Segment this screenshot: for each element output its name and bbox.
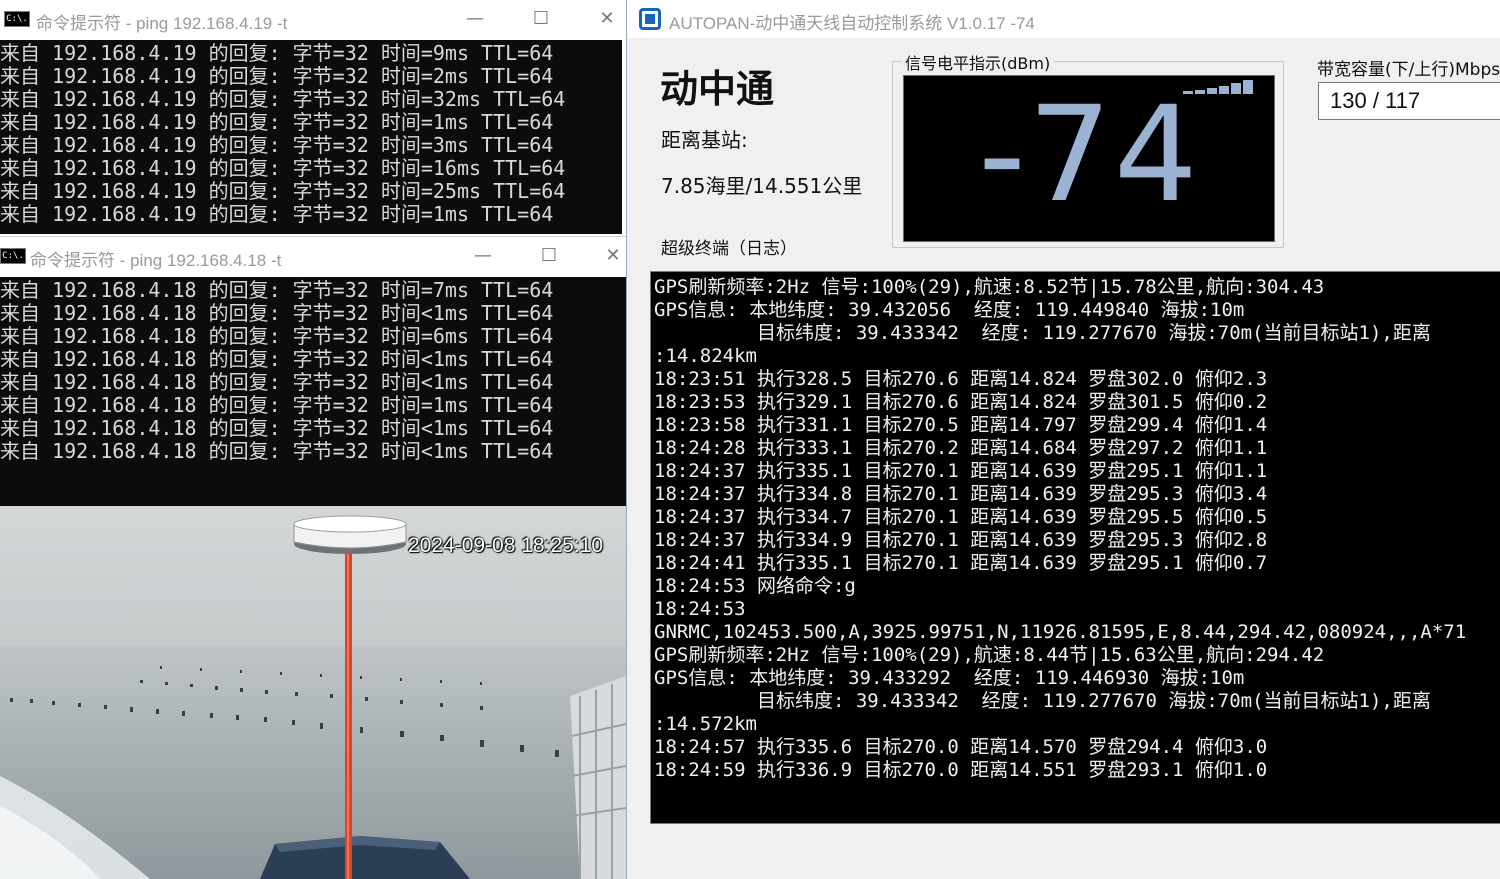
app-titlebar[interactable]: AUTOPAN-动中通天线自动控制系统 V1.0.17 -74 bbox=[627, 0, 1500, 38]
log-line: GPS信息: 本地纬度: 39.432056 经度: 119.449840 海拔… bbox=[654, 299, 1245, 321]
console-output[interactable]: 来自 192.168.4.19 的回复: 字节=32 时间=9ms TTL=64… bbox=[0, 40, 622, 234]
bandwidth-label: 带宽容量(下/上行)Mbps bbox=[1317, 60, 1500, 80]
console-line: 来自 192.168.4.18 的回复: 字节=32 时间=7ms TTL=64 bbox=[0, 278, 554, 302]
log-line: 目标纬度: 39.433342 经度: 119.277670 海拔:70m(当前… bbox=[654, 322, 1431, 344]
brand-title: 动中通 bbox=[660, 67, 775, 111]
console-line: 来自 192.168.4.19 的回复: 字节=32 时间=1ms TTL=64 bbox=[0, 110, 554, 134]
cmd-window-title: 命令提示符 - ping 192.168.4.18 -t bbox=[30, 251, 282, 270]
console-line: 来自 192.168.4.19 的回复: 字节=32 时间=16ms TTL=6… bbox=[0, 156, 566, 180]
minimize-button[interactable]: — bbox=[460, 241, 506, 271]
console-line: 来自 192.168.4.18 的回复: 字节=32 时间<1ms TTL=64 bbox=[0, 439, 554, 463]
autopan-window[interactable]: AUTOPAN-动中通天线自动控制系统 V1.0.17 -74 动中通 距离基站… bbox=[626, 0, 1500, 879]
cmd-titlebar[interactable]: C:\. 命令提示符 - ping 192.168.4.18 -t — ☐ ✕ bbox=[0, 237, 626, 275]
log-line: 18:24:37 执行334.7 目标270.1 距离14.639 罗盘295.… bbox=[654, 506, 1268, 528]
app-window-title: AUTOPAN-动中通天线自动控制系统 V1.0.17 -74 bbox=[669, 14, 1035, 33]
console-line: 来自 192.168.4.18 的回复: 字节=32 时间<1ms TTL=64 bbox=[0, 301, 554, 325]
cmd-window-title: 命令提示符 - ping 192.168.4.19 -t bbox=[36, 14, 288, 33]
console-output[interactable]: 来自 192.168.4.18 的回复: 字节=32 时间=7ms TTL=64… bbox=[0, 277, 626, 506]
console-line: 来自 192.168.4.19 的回复: 字节=32 时间=2ms TTL=64 bbox=[0, 64, 554, 88]
console-line: 来自 192.168.4.19 的回复: 字节=32 时间=1ms TTL=64 bbox=[0, 202, 554, 226]
log-line: 18:24:37 执行334.9 目标270.1 距离14.639 罗盘295.… bbox=[654, 529, 1268, 551]
log-line: 18:24:37 执行334.8 目标270.1 距离14.639 罗盘295.… bbox=[654, 483, 1268, 505]
log-line: :14.824km bbox=[654, 345, 757, 367]
close-button[interactable]: ✕ bbox=[590, 241, 626, 271]
log-line: 18:23:58 执行331.1 目标270.5 距离14.797 罗盘299.… bbox=[654, 414, 1268, 436]
cmd-app-icon: C:\. bbox=[4, 11, 30, 27]
cmd-window-ping-4-18[interactable]: C:\. 命令提示符 - ping 192.168.4.18 -t — ☐ ✕ … bbox=[0, 236, 626, 506]
log-line: GPS刷新频率:2Hz 信号:100%(29),航速:8.44节|15.63公里… bbox=[654, 644, 1325, 666]
log-line: GPS信息: 本地纬度: 39.433292 经度: 119.446930 海拔… bbox=[654, 667, 1245, 689]
log-line: 18:24:37 执行335.1 目标270.1 距离14.639 罗盘295.… bbox=[654, 460, 1268, 482]
cmd-titlebar[interactable]: C:\. 命令提示符 - ping 192.168.4.19 -t — ☐ ✕ bbox=[0, 0, 622, 38]
signal-level-group: 信号电平指示(dBm) -74 bbox=[892, 50, 1284, 248]
log-line: 18:24:53 网络命令:g bbox=[654, 575, 856, 597]
console-line: 来自 192.168.4.19 的回复: 字节=32 时间=3ms TTL=64 bbox=[0, 133, 554, 157]
console-line: 来自 192.168.4.19 的回复: 字节=32 时间=32ms TTL=6… bbox=[0, 87, 566, 111]
ship-railing bbox=[570, 676, 626, 879]
cmd-app-icon: C:\. bbox=[0, 248, 26, 264]
maximize-button[interactable]: ☐ bbox=[518, 4, 564, 34]
console-line: 来自 192.168.4.18 的回复: 字节=32 时间=1ms TTL=64 bbox=[0, 393, 554, 417]
bandwidth-field[interactable]: 130 / 117 bbox=[1318, 82, 1500, 120]
console-line: 来自 192.168.4.18 的回复: 字节=32 时间<1ms TTL=64 bbox=[0, 416, 554, 440]
distance-value: 7.85海里/14.551公里 bbox=[661, 174, 863, 198]
cmd-window-ping-4-19[interactable]: C:\. 命令提示符 - ping 192.168.4.19 -t — ☐ ✕ … bbox=[0, 0, 622, 234]
log-line: GNRMC,102453.500,A,3925.99751,N,11926.81… bbox=[654, 621, 1467, 643]
log-line: 18:24:53 bbox=[654, 598, 746, 620]
log-line: GPS刷新频率:2Hz 信号:100%(29),航速:8.52节|15.78公里… bbox=[654, 276, 1325, 298]
signal-level-label: 信号电平指示(dBm) bbox=[901, 50, 1055, 74]
minimize-button[interactable]: — bbox=[452, 4, 498, 34]
camera-scene bbox=[0, 515, 626, 879]
console-line: 来自 192.168.4.18 的回复: 字节=32 时间<1ms TTL=64 bbox=[0, 370, 554, 394]
close-button[interactable]: ✕ bbox=[584, 4, 622, 34]
log-line: 18:23:51 执行328.5 目标270.6 距离14.824 罗盘302.… bbox=[654, 368, 1268, 390]
console-line: 来自 192.168.4.19 的回复: 字节=32 时间=25ms TTL=6… bbox=[0, 179, 566, 203]
distance-label: 距离基站: bbox=[661, 128, 748, 152]
console-line: 来自 192.168.4.18 的回复: 字节=32 时间<1ms TTL=64 bbox=[0, 347, 554, 371]
console-line: 来自 192.168.4.19 的回复: 字节=32 时间=9ms TTL=64 bbox=[0, 41, 554, 65]
maximize-button[interactable]: ☐ bbox=[526, 241, 572, 271]
signal-level-value: -74 bbox=[978, 78, 1200, 232]
log-line: 目标纬度: 39.433342 经度: 119.277670 海拔:70m(当前… bbox=[654, 690, 1431, 712]
log-label: 超级终端（日志） bbox=[661, 239, 797, 259]
log-line: 18:24:57 执行335.6 目标270.0 距离14.570 罗盘294.… bbox=[654, 736, 1268, 758]
log-line: :14.572km bbox=[654, 713, 757, 735]
log-terminal[interactable]: GPS刷新频率:2Hz 信号:100%(29),航速:8.52节|15.78公里… bbox=[650, 271, 1500, 824]
signal-level-display: -74 bbox=[903, 75, 1275, 242]
app-icon bbox=[639, 8, 661, 30]
log-line: 18:24:28 执行333.1 目标270.2 距离14.684 罗盘297.… bbox=[654, 437, 1268, 459]
console-line: 来自 192.168.4.18 的回复: 字节=32 时间=6ms TTL=64 bbox=[0, 324, 554, 348]
log-line: 18:23:53 执行329.1 目标270.6 距离14.824 罗盘301.… bbox=[654, 391, 1268, 413]
camera-feed: 2024-09-08 18:25:10 bbox=[0, 506, 626, 879]
log-line: 18:24:59 执行336.9 目标270.0 距离14.551 罗盘293.… bbox=[654, 759, 1268, 781]
camera-timestamp: 2024-09-08 18:25:10 bbox=[408, 534, 603, 557]
log-line: 18:24:41 执行335.1 目标270.1 距离14.639 罗盘295.… bbox=[654, 552, 1268, 574]
